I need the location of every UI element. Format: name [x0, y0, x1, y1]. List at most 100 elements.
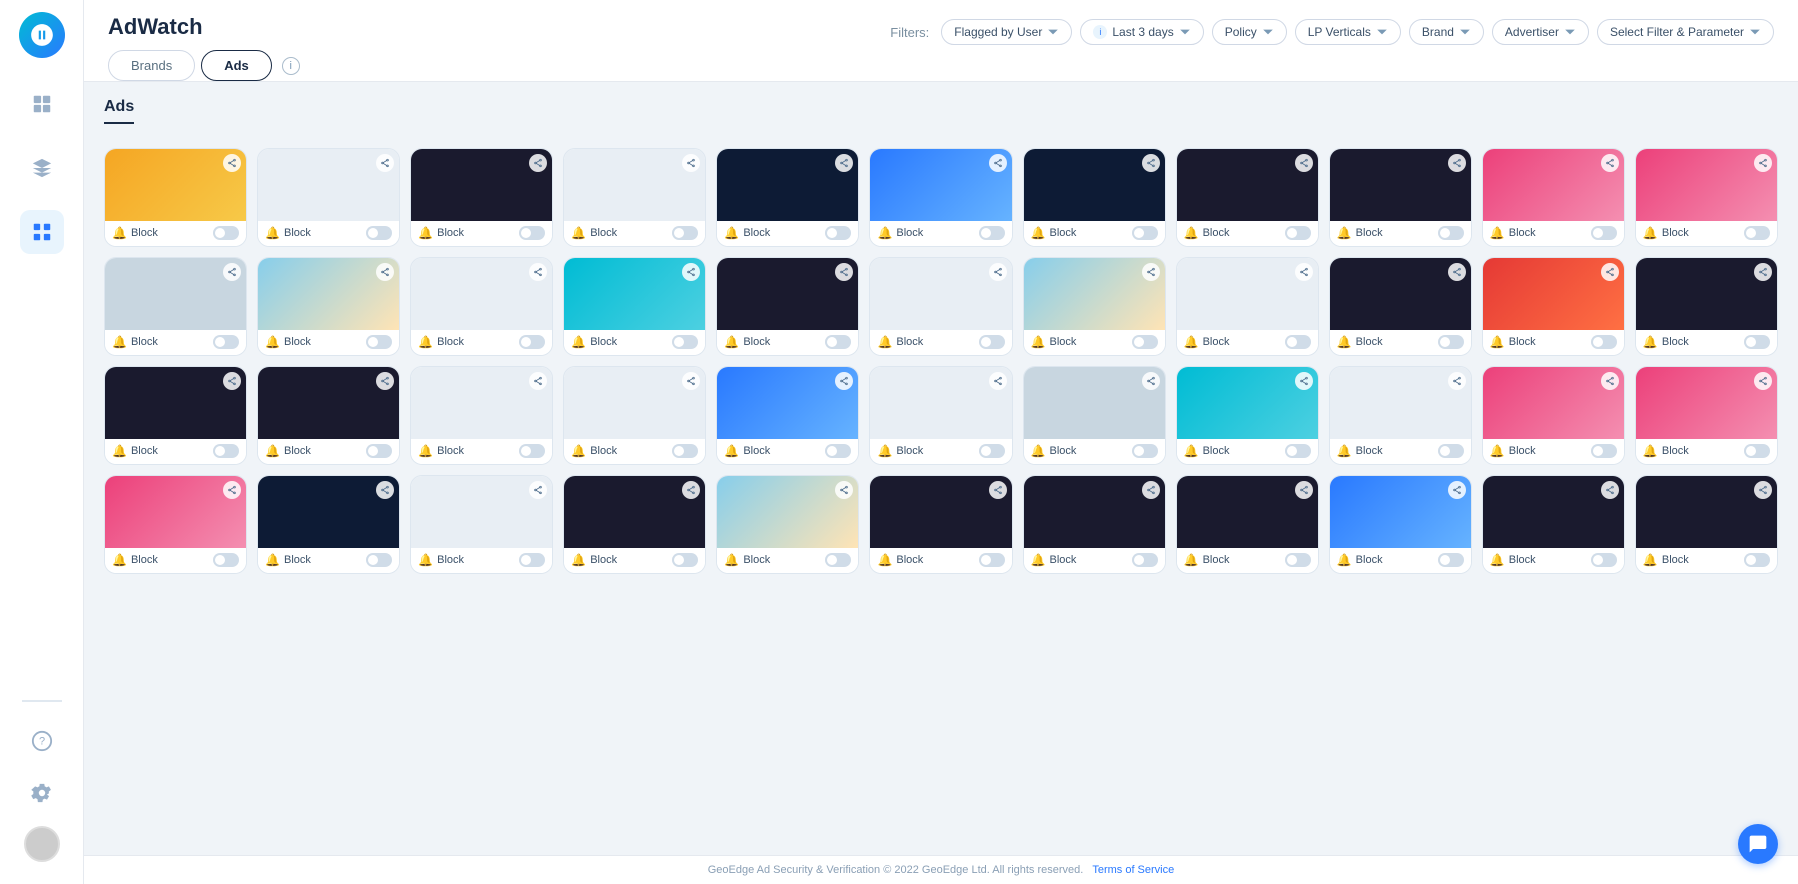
ad-toggle-15[interactable] — [672, 335, 698, 349]
filter-advertiser[interactable]: Advertiser — [1492, 19, 1589, 45]
ad-toggle-11[interactable] — [1744, 226, 1770, 240]
ad-toggle-43[interactable] — [1591, 553, 1617, 567]
ad-image-16[interactable] — [717, 258, 858, 330]
ad-toggle-39[interactable] — [979, 553, 1005, 567]
ad-toggle-18[interactable] — [1132, 335, 1158, 349]
ad-image-2[interactable] — [258, 149, 399, 221]
ad-share-icon-20[interactable] — [1448, 263, 1466, 281]
ad-share-icon-8[interactable] — [1295, 154, 1313, 172]
ad-share-icon-23[interactable] — [223, 372, 241, 390]
ad-toggle-9[interactable] — [1438, 226, 1464, 240]
ad-image-37[interactable] — [564, 476, 705, 548]
ad-share-icon-34[interactable] — [223, 481, 241, 499]
ad-image-5[interactable] — [717, 149, 858, 221]
ad-toggle-25[interactable] — [519, 444, 545, 458]
ad-share-icon-11[interactable] — [1754, 154, 1772, 172]
ad-toggle-4[interactable] — [672, 226, 698, 240]
ad-share-icon-1[interactable] — [223, 154, 241, 172]
ad-toggle-14[interactable] — [519, 335, 545, 349]
ad-share-icon-10[interactable] — [1601, 154, 1619, 172]
ad-image-32[interactable] — [1483, 367, 1624, 439]
ad-image-42[interactable] — [1330, 476, 1471, 548]
ad-image-3[interactable] — [411, 149, 552, 221]
ad-toggle-7[interactable] — [1132, 226, 1158, 240]
filter-lp-verticals[interactable]: LP Verticals — [1295, 19, 1401, 45]
ad-image-4[interactable] — [564, 149, 705, 221]
ad-toggle-44[interactable] — [1744, 553, 1770, 567]
ad-share-icon-7[interactable] — [1142, 154, 1160, 172]
filter-days[interactable]: i Last 3 days — [1080, 19, 1203, 45]
ad-share-icon-42[interactable] — [1448, 481, 1466, 499]
ad-share-icon-6[interactable] — [989, 154, 1007, 172]
ad-toggle-21[interactable] — [1591, 335, 1617, 349]
ad-image-11[interactable] — [1636, 149, 1777, 221]
ad-image-36[interactable] — [411, 476, 552, 548]
ad-toggle-16[interactable] — [825, 335, 851, 349]
ad-image-1[interactable] — [105, 149, 246, 221]
ad-share-icon-19[interactable] — [1295, 263, 1313, 281]
ad-share-icon-17[interactable] — [989, 263, 1007, 281]
ad-toggle-5[interactable] — [825, 226, 851, 240]
ad-toggle-28[interactable] — [979, 444, 1005, 458]
ad-toggle-38[interactable] — [825, 553, 851, 567]
ad-share-icon-22[interactable] — [1754, 263, 1772, 281]
ad-image-30[interactable] — [1177, 367, 1318, 439]
ad-share-icon-32[interactable] — [1601, 372, 1619, 390]
ad-toggle-6[interactable] — [979, 226, 1005, 240]
ad-toggle-42[interactable] — [1438, 553, 1464, 567]
ad-toggle-26[interactable] — [672, 444, 698, 458]
ad-image-26[interactable] — [564, 367, 705, 439]
ad-image-44[interactable] — [1636, 476, 1777, 548]
ad-toggle-36[interactable] — [519, 553, 545, 567]
ad-toggle-19[interactable] — [1285, 335, 1311, 349]
ad-share-icon-43[interactable] — [1601, 481, 1619, 499]
ad-toggle-41[interactable] — [1285, 553, 1311, 567]
sidebar-item-grid[interactable] — [20, 210, 64, 254]
ad-share-icon-33[interactable] — [1754, 372, 1772, 390]
ad-image-14[interactable] — [411, 258, 552, 330]
ad-toggle-33[interactable] — [1744, 444, 1770, 458]
ad-image-39[interactable] — [870, 476, 1011, 548]
ad-toggle-24[interactable] — [366, 444, 392, 458]
ad-share-icon-12[interactable] — [223, 263, 241, 281]
ad-image-10[interactable] — [1483, 149, 1624, 221]
ad-toggle-27[interactable] — [825, 444, 851, 458]
ad-share-icon-28[interactable] — [989, 372, 1007, 390]
filter-flagged[interactable]: Flagged by User — [941, 19, 1072, 45]
ad-toggle-29[interactable] — [1132, 444, 1158, 458]
ad-image-17[interactable] — [870, 258, 1011, 330]
ad-image-12[interactable] — [105, 258, 246, 330]
ad-image-34[interactable] — [105, 476, 246, 548]
ad-image-25[interactable] — [411, 367, 552, 439]
ad-share-icon-30[interactable] — [1295, 372, 1313, 390]
ad-image-13[interactable] — [258, 258, 399, 330]
ad-image-22[interactable] — [1636, 258, 1777, 330]
user-avatar[interactable] — [24, 826, 60, 862]
filter-select-parameter[interactable]: Select Filter & Parameter — [1597, 19, 1774, 45]
ad-share-icon-31[interactable] — [1448, 372, 1466, 390]
ad-toggle-35[interactable] — [366, 553, 392, 567]
ad-toggle-32[interactable] — [1591, 444, 1617, 458]
ad-image-29[interactable] — [1024, 367, 1165, 439]
tab-ads[interactable]: Ads — [201, 50, 272, 81]
ad-toggle-13[interactable] — [366, 335, 392, 349]
ad-image-35[interactable] — [258, 476, 399, 548]
ad-toggle-8[interactable] — [1285, 226, 1311, 240]
ad-toggle-40[interactable] — [1132, 553, 1158, 567]
tab-brands[interactable]: Brands — [108, 50, 195, 81]
ad-image-28[interactable] — [870, 367, 1011, 439]
sidebar-item-alerts[interactable] — [20, 146, 64, 190]
sidebar-item-settings[interactable] — [23, 774, 61, 812]
ad-image-6[interactable] — [870, 149, 1011, 221]
ad-image-43[interactable] — [1483, 476, 1624, 548]
ad-image-40[interactable] — [1024, 476, 1165, 548]
ad-share-icon-44[interactable] — [1754, 481, 1772, 499]
ad-toggle-2[interactable] — [366, 226, 392, 240]
sidebar-item-help[interactable]: ? — [23, 722, 61, 760]
ad-image-21[interactable] — [1483, 258, 1624, 330]
ad-toggle-23[interactable] — [213, 444, 239, 458]
chat-button[interactable] — [1738, 824, 1778, 864]
ad-image-23[interactable] — [105, 367, 246, 439]
ad-image-31[interactable] — [1330, 367, 1471, 439]
ad-toggle-22[interactable] — [1744, 335, 1770, 349]
